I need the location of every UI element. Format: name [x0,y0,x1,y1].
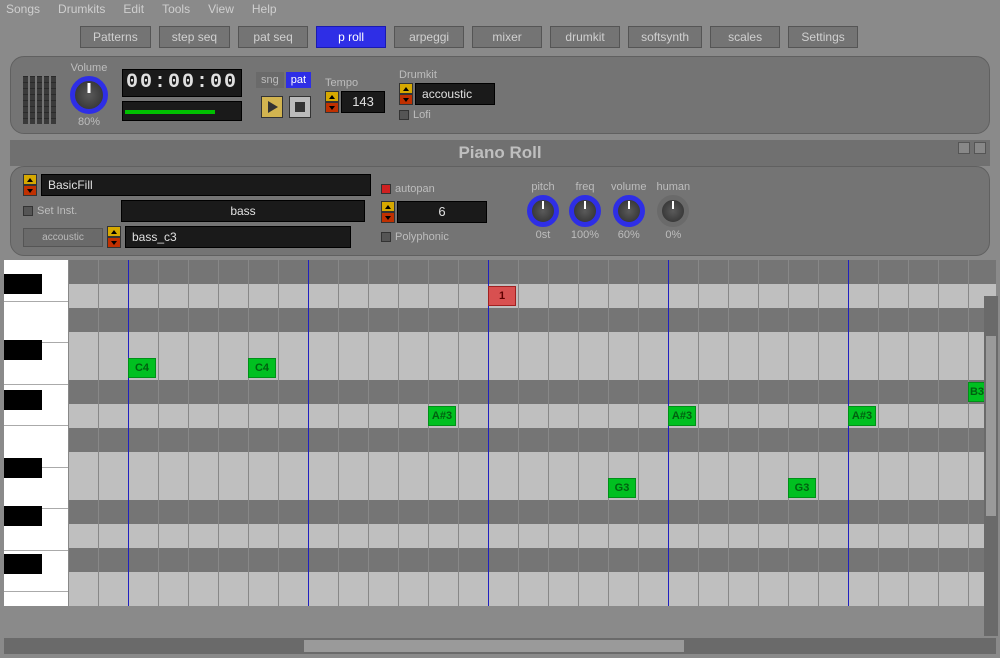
note-grid[interactable]: 1C4C4B3A#3A#3A#3G3G3 [68,260,996,606]
set-inst-checkbox[interactable] [23,206,33,216]
menu-view[interactable]: View [208,2,234,16]
tempo-input[interactable]: 143 [341,91,385,113]
menu-edit[interactable]: Edit [123,2,144,16]
maximize-icon[interactable] [974,142,986,154]
menu-help[interactable]: Help [252,2,277,16]
note[interactable]: C4 [128,358,156,378]
sample-input[interactable]: bass_c3 [125,226,351,248]
mode-sng[interactable]: sng [256,72,284,88]
note[interactable]: A#3 [848,406,876,426]
menu-drumkits[interactable]: Drumkits [58,2,105,16]
play-button[interactable] [261,96,283,118]
params-panel: BasicFill Set Inst. bass accoustic bass_… [10,166,990,256]
pattern-name-input[interactable]: BasicFill [41,174,371,196]
number-input[interactable]: 6 [397,201,487,223]
human-value: 0% [656,229,690,241]
mode-pat[interactable]: pat [286,72,311,88]
drumkit-label: Drumkit [399,69,495,81]
inst-group-input[interactable]: bass [121,200,365,222]
note[interactable]: A#3 [668,406,696,426]
human-knob[interactable] [657,195,689,227]
piano-keyboard[interactable] [4,260,68,606]
view-tabs: Patterns step seq pat seq p roll arpeggi… [0,18,1000,56]
number-spinner[interactable] [381,201,395,223]
kit-button[interactable]: accoustic [23,228,103,247]
autopan-label: autopan [395,183,435,195]
pitch-label: pitch [527,181,559,193]
volume-param-value: 60% [611,229,646,241]
tab-pat-seq[interactable]: pat seq [238,26,308,48]
freq-knob[interactable] [569,195,601,227]
drumkit-select[interactable]: accoustic [415,83,495,105]
time-display: 00:00:00 [122,69,242,97]
tab-settings[interactable]: Settings [788,26,858,48]
tab-scales[interactable]: scales [710,26,780,48]
lofi-label: Lofi [413,109,431,121]
piano-roll-area: 1C4C4B3A#3A#3A#3G3G3 [4,260,996,606]
drumkit-spinner[interactable] [399,83,413,105]
progress-bar[interactable] [122,101,242,121]
tempo-label: Tempo [325,77,385,89]
lofi-checkbox[interactable] [399,110,409,120]
tab-mixer[interactable]: mixer [472,26,542,48]
human-label: human [656,181,690,193]
sample-spinner[interactable] [107,226,121,248]
volume-param-knob[interactable] [613,195,645,227]
note[interactable]: C4 [248,358,276,378]
pitch-value: 0st [527,229,559,241]
polyphonic-label: Polyphonic [395,231,449,243]
pattern-spinner[interactable] [23,174,37,196]
tab-step-seq[interactable]: step seq [159,26,230,48]
stop-button[interactable] [289,96,311,118]
volume-knob[interactable] [70,76,108,114]
menubar: Songs Drumkits Edit Tools View Help [0,0,1000,18]
tempo-spinner[interactable] [325,91,339,113]
menu-songs[interactable]: Songs [6,2,40,16]
tab-arpeggi[interactable]: arpeggi [394,26,464,48]
tab-drumkit[interactable]: drumkit [550,26,620,48]
volume-value: 80% [70,116,108,128]
note[interactable]: G3 [608,478,636,498]
freq-label: freq [569,181,601,193]
autopan-checkbox[interactable] [381,184,391,194]
pitch-knob[interactable] [527,195,559,227]
transport-panel: Volume 80% 00:00:00 sng pat Tempo 143 Dr… [10,56,990,134]
volume-label: Volume [70,62,108,74]
vu-meter [23,66,56,124]
note[interactable]: 1 [488,286,516,306]
freq-value: 100% [569,229,601,241]
note[interactable]: G3 [788,478,816,498]
note[interactable]: A#3 [428,406,456,426]
section-title: Piano Roll [458,143,541,163]
detach-icon[interactable] [958,142,970,154]
tab-patterns[interactable]: Patterns [80,26,151,48]
set-inst-label: Set Inst. [37,205,117,217]
menu-tools[interactable]: Tools [162,2,190,16]
horizontal-scrollbar[interactable] [4,638,996,654]
tab-p-roll[interactable]: p roll [316,26,386,48]
section-title-bar: Piano Roll [10,140,990,166]
vertical-scrollbar[interactable] [984,296,998,636]
volume-param-label: volume [611,181,646,193]
tab-softsynth[interactable]: softsynth [628,26,702,48]
polyphonic-checkbox[interactable] [381,232,391,242]
